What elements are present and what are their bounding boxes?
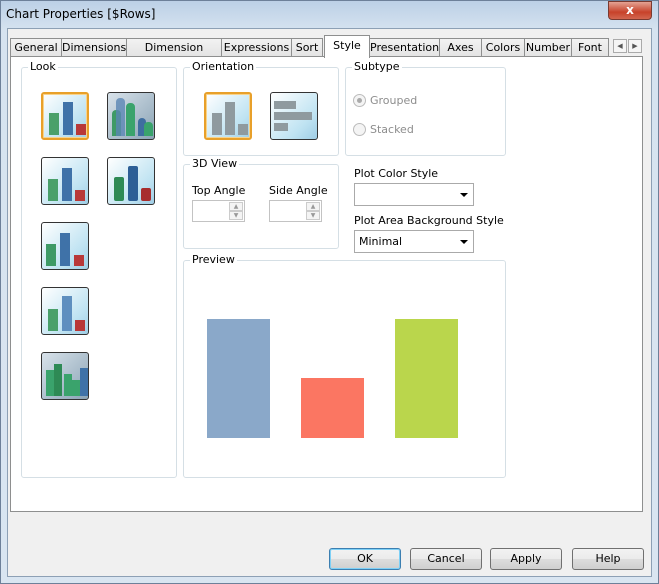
3d-view-label: 3D View xyxy=(190,157,240,170)
side-angle-label: Side Angle xyxy=(269,184,328,197)
spin-down-icon[interactable]: ▼ xyxy=(306,211,320,220)
tab-dimensions[interactable]: Dimensions xyxy=(61,38,127,57)
look-label: Look xyxy=(28,60,58,73)
preview-bar xyxy=(395,319,458,438)
stacked-radio[interactable] xyxy=(353,123,366,136)
plot-area-bg-label: Plot Area Background Style xyxy=(354,214,504,227)
look-option-glass-bars[interactable] xyxy=(107,157,155,205)
tab-general[interactable]: General xyxy=(10,38,62,57)
window-title: Chart Properties [$Rows] xyxy=(6,7,156,21)
look-option-3d-bars[interactable] xyxy=(41,222,89,270)
tab-colors[interactable]: Colors xyxy=(481,38,525,57)
style-tab-panel: Look Orientation Subtype Grouped Stacked… xyxy=(10,56,643,512)
grouped-label: Grouped xyxy=(370,94,418,107)
chevron-down-icon xyxy=(460,240,468,244)
side-angle-spinner[interactable]: ▲ ▼ xyxy=(269,200,322,222)
tab-dimension-limits[interactable]: Dimension Limits xyxy=(126,38,222,72)
orientation-horizontal[interactable] xyxy=(270,92,318,140)
spin-up-icon[interactable]: ▲ xyxy=(306,202,320,211)
orientation-vertical[interactable] xyxy=(204,92,252,140)
plot-area-bg-value: Minimal xyxy=(359,235,403,248)
cancel-button[interactable]: Cancel xyxy=(410,548,482,570)
plot-color-style-label: Plot Color Style xyxy=(354,167,439,180)
close-button[interactable]: x xyxy=(608,1,652,20)
tab-style[interactable]: Style xyxy=(324,35,370,58)
look-option-3d-cylinders[interactable] xyxy=(107,92,155,140)
ok-button[interactable]: OK xyxy=(329,548,401,570)
subtype-group: Subtype xyxy=(345,60,506,156)
tab-number[interactable]: Number xyxy=(524,38,572,57)
spin-down-icon[interactable]: ▼ xyxy=(229,211,243,220)
grouped-radio[interactable] xyxy=(353,94,366,107)
tab-presentation[interactable]: Presentation xyxy=(369,38,440,57)
tab-font[interactable]: Font xyxy=(571,38,609,57)
subtype-label: Subtype xyxy=(352,60,402,73)
help-button[interactable]: Help xyxy=(572,548,644,570)
tab-expressions[interactable]: Expressions xyxy=(221,38,292,57)
tab-scroll-right[interactable]: ▶ xyxy=(628,39,642,53)
preview-label: Preview xyxy=(190,253,237,266)
orientation-label: Orientation xyxy=(190,60,257,73)
plot-area-bg-select[interactable]: Minimal xyxy=(354,230,474,253)
preview-bar xyxy=(207,319,270,438)
preview-bar xyxy=(301,378,364,438)
chevron-down-icon xyxy=(460,193,468,197)
look-option-3d-clustered[interactable] xyxy=(41,352,89,400)
stacked-label: Stacked xyxy=(370,123,414,136)
tab-axes[interactable]: Axes xyxy=(439,38,482,57)
plot-color-style-select[interactable] xyxy=(354,183,474,206)
top-angle-spinner[interactable]: ▲ ▼ xyxy=(192,200,245,222)
look-option-tilted-bars[interactable] xyxy=(41,287,89,335)
tab-scroll-left[interactable]: ◀ xyxy=(613,39,627,53)
spin-up-icon[interactable]: ▲ xyxy=(229,202,243,211)
look-option-flat-bars[interactable] xyxy=(41,92,89,140)
look-option-shaded-bars[interactable] xyxy=(41,157,89,205)
top-angle-label: Top Angle xyxy=(192,184,246,197)
tab-sort[interactable]: Sort xyxy=(291,38,323,57)
apply-button[interactable]: Apply xyxy=(490,548,562,570)
